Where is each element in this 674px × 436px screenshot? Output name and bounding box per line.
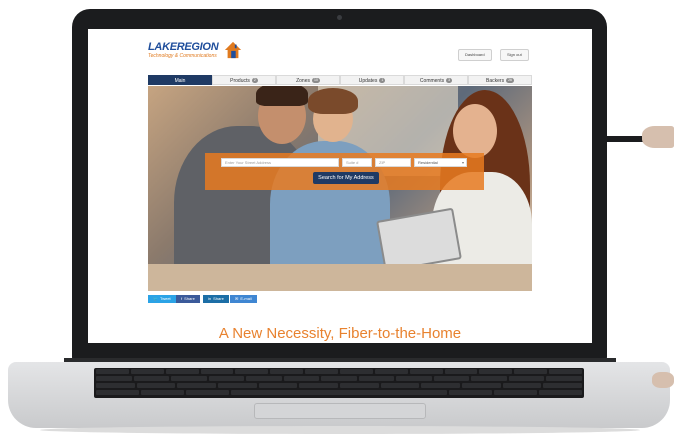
residential-select[interactable]: Residential ▾: [414, 158, 467, 167]
daughter-hair: [308, 88, 358, 114]
father-hair: [256, 86, 308, 106]
nav-zones-badge: 10: [312, 78, 320, 84]
nav-zones-label: Zones: [296, 78, 310, 84]
nav-backers-badge: 26: [506, 78, 514, 84]
nav-backers-label: Backers: [486, 78, 505, 84]
search-address-button[interactable]: Search for My Address: [313, 172, 379, 184]
email-share-label: E-mail: [240, 296, 252, 301]
linkedin-share-label: Share: [213, 296, 224, 301]
nav-products-label: Products: [230, 78, 250, 84]
nav-products[interactable]: Products 2: [212, 75, 276, 85]
key-row: [94, 382, 584, 389]
laptop-lid: LAKEREGION Technology & Communications D…: [72, 9, 607, 363]
email-share-button[interactable]: ✉ E-mail: [230, 295, 257, 303]
keyboard: [94, 368, 584, 398]
residential-select-value: Residential: [418, 160, 438, 165]
nav-main[interactable]: Main: [148, 75, 212, 85]
sign-out-button[interactable]: Sign out: [500, 49, 529, 61]
mother-head: [453, 104, 497, 158]
address-search-panel: Enter Your Street Address Suite # ZIP Re…: [205, 153, 484, 190]
laptop-shadow: [40, 426, 640, 434]
nav-comments-label: Comments: [419, 78, 445, 84]
linkedin-share-button[interactable]: in Share: [203, 295, 229, 303]
facebook-icon: f: [181, 296, 183, 301]
nav-comments-badge: 3: [446, 78, 453, 84]
site-logo[interactable]: LAKEREGION Technology & Communications: [148, 42, 242, 68]
nav-products-badge: 2: [251, 78, 258, 84]
hero-image: Enter Your Street Address Suite # ZIP Re…: [148, 86, 532, 291]
dashboard-button[interactable]: Dashboard: [458, 49, 492, 61]
camera-dot: [337, 15, 342, 20]
facebook-share-button[interactable]: f Share: [176, 295, 200, 303]
main-nav: Main Products 2 Zones 10 Updates 1 Comments…: [148, 75, 532, 85]
facebook-share-label: Share: [184, 296, 195, 301]
key-row: [94, 389, 584, 396]
kitchen-counter: [148, 264, 532, 291]
key-row: [94, 375, 584, 382]
nav-updates-badge: 1: [379, 78, 386, 84]
laptop-base: [8, 362, 670, 428]
nav-updates-label: Updates: [358, 78, 378, 84]
linkedin-icon: in: [208, 296, 212, 301]
nav-backers[interactable]: Backers 26: [468, 75, 532, 85]
tweet-button[interactable]: 🐦 Tweet: [148, 295, 176, 303]
nav-zones[interactable]: Zones 10: [276, 75, 340, 85]
twitter-icon: 🐦: [153, 296, 158, 301]
nav-main-label: Main: [174, 78, 186, 84]
laptop-screen: LAKEREGION Technology & Communications D…: [88, 29, 592, 343]
tweet-label: Tweet: [159, 296, 171, 301]
email-icon: ✉: [235, 296, 239, 301]
cropped-hand: [642, 126, 674, 148]
nav-comments[interactable]: Comments 3: [404, 75, 468, 85]
page-tagline: A New Necessity, Fiber-to-the-Home: [218, 325, 462, 342]
zip-input[interactable]: ZIP: [375, 158, 411, 167]
key-row: [94, 368, 584, 375]
suite-input[interactable]: Suite #: [342, 158, 372, 167]
site-header: LAKEREGION Technology & Communications D…: [88, 29, 592, 71]
chevron-down-icon: ▾: [461, 160, 464, 165]
house-icon: [224, 41, 242, 59]
trackpad: [254, 403, 426, 419]
nav-updates[interactable]: Updates 1: [340, 75, 404, 85]
street-address-input[interactable]: Enter Your Street Address: [221, 158, 339, 167]
cropped-hand-lower: [652, 372, 674, 388]
